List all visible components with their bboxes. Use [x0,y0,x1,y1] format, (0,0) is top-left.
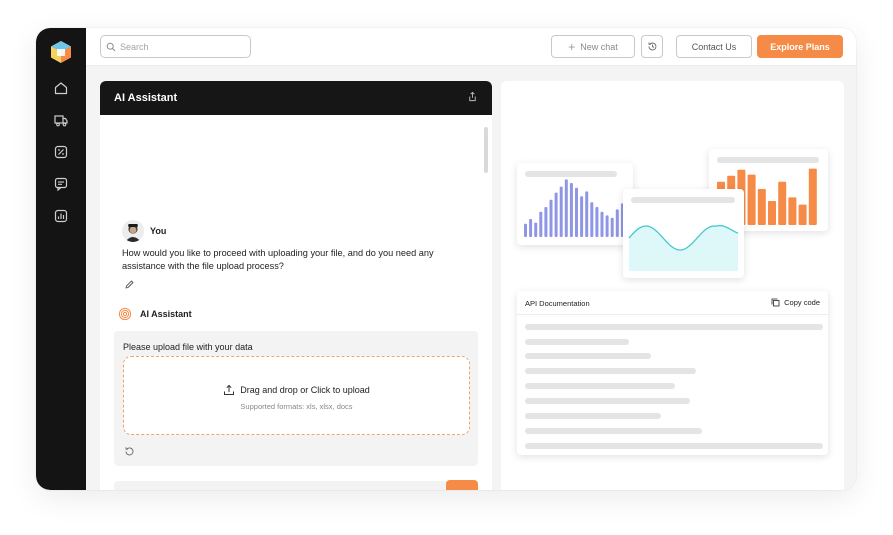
upload-prompt: Please upload file with your data [123,342,253,352]
share-icon[interactable] [467,89,478,107]
history-icon [648,42,656,51]
blue-bar-8 [559,186,563,237]
history-button[interactable] [641,35,663,58]
truck-icon[interactable] [53,112,69,128]
preview-panel: API Documentation Copy code [501,81,844,490]
bar-chart [524,179,624,237]
avatar [122,220,144,242]
new-chat-label: New chat [580,41,618,52]
placeholder-line [525,443,823,449]
orange-bar-9 [798,204,807,225]
orange-bar-6 [768,201,776,225]
chat-scrollbar[interactable] [484,127,488,173]
api-docs-card: API Documentation Copy code [517,291,828,455]
contact-us-button[interactable]: Contact Us [676,35,752,58]
home-icon[interactable] [53,80,69,96]
blue-bar-16 [600,211,604,237]
supported-formats: Supported formats: xls, xlsx, docs [240,402,353,411]
blue-bar-3 [534,222,538,237]
blue-bar-1 [524,223,527,237]
top-bar: + New chat Contact Us Explore Plans [86,28,856,66]
copy-code-button[interactable]: Copy code [771,298,820,307]
app-logo-icon[interactable] [50,40,72,64]
chat-panel: AI Assistant You How would you like to p… [100,81,492,490]
file-dropzone[interactable]: Drag and drop or Click to upload Support… [123,356,470,435]
new-chat-button[interactable]: + New chat [551,35,635,58]
placeholder-line [525,383,675,389]
blue-bar-10 [569,183,573,237]
blue-bar-17 [605,215,609,237]
user-name: You [150,226,167,236]
blue-bar-12 [580,196,584,237]
explore-plans-button[interactable]: Explore Plans [757,35,843,58]
edit-icon[interactable] [124,277,135,289]
assistant-message-header: AI Assistant [118,307,192,321]
message-input[interactable] [114,481,478,490]
blue-bar-9 [564,179,568,237]
sidebar [36,28,86,490]
chat-title: AI Assistant [114,92,178,104]
blue-bar-13 [585,191,589,237]
blue-bar-4 [539,211,543,237]
placeholder-line [525,339,629,345]
send-button[interactable] [446,480,478,490]
refresh-icon[interactable] [124,444,135,456]
placeholder-line [525,398,690,404]
placeholder-line [525,413,661,419]
wave-chart [628,224,739,271]
search-icon [106,42,116,51]
placeholder-line [525,353,651,359]
user-message-text: How would you like to proceed with uploa… [122,248,434,271]
blue-bar-18 [610,217,614,237]
divider [517,314,828,315]
blue-bar-15 [595,207,599,237]
percent-icon[interactable] [53,144,69,160]
orange-bar-8 [788,197,797,225]
blue-bar-11 [575,187,578,237]
blue-bar-7 [554,192,558,237]
chart-icon[interactable] [53,208,69,224]
upload-icon [224,384,235,395]
placeholder-line [525,428,702,434]
orange-bar-7 [778,181,787,225]
assistant-name: AI Assistant [140,309,192,319]
placeholder-line [525,368,696,374]
api-docs-title: API Documentation [525,299,590,308]
user-message-header: You [122,220,166,242]
orange-bar-10 [808,168,817,225]
blue-bar-6 [549,199,553,237]
placeholder-line [525,324,823,330]
copy-code-label: Copy code [784,298,820,307]
blue-bar-5 [544,207,548,237]
bar-chart-card [517,163,633,245]
copy-icon [771,298,780,307]
chat-icon[interactable] [53,176,69,192]
dropzone-main-row: Drag and drop or Click to upload [124,384,469,396]
dropzone-text: Drag and drop or Click to upload [240,385,370,395]
assistant-logo-icon [118,307,132,321]
orange-bar-4 [747,174,756,225]
line-chart-card [623,189,744,278]
blue-bar-19 [615,209,619,237]
orange-bar-5 [757,189,766,225]
search-box[interactable] [100,35,251,58]
app-window: + New chat Contact Us Explore Plans AI A… [36,28,856,490]
upload-card: Please upload file with your data Drag a… [114,331,478,466]
search-input[interactable] [120,41,240,52]
blue-bar-14 [590,202,594,237]
chat-header: AI Assistant [100,81,492,115]
plus-icon: + [568,39,576,54]
blue-bar-2 [529,219,533,237]
